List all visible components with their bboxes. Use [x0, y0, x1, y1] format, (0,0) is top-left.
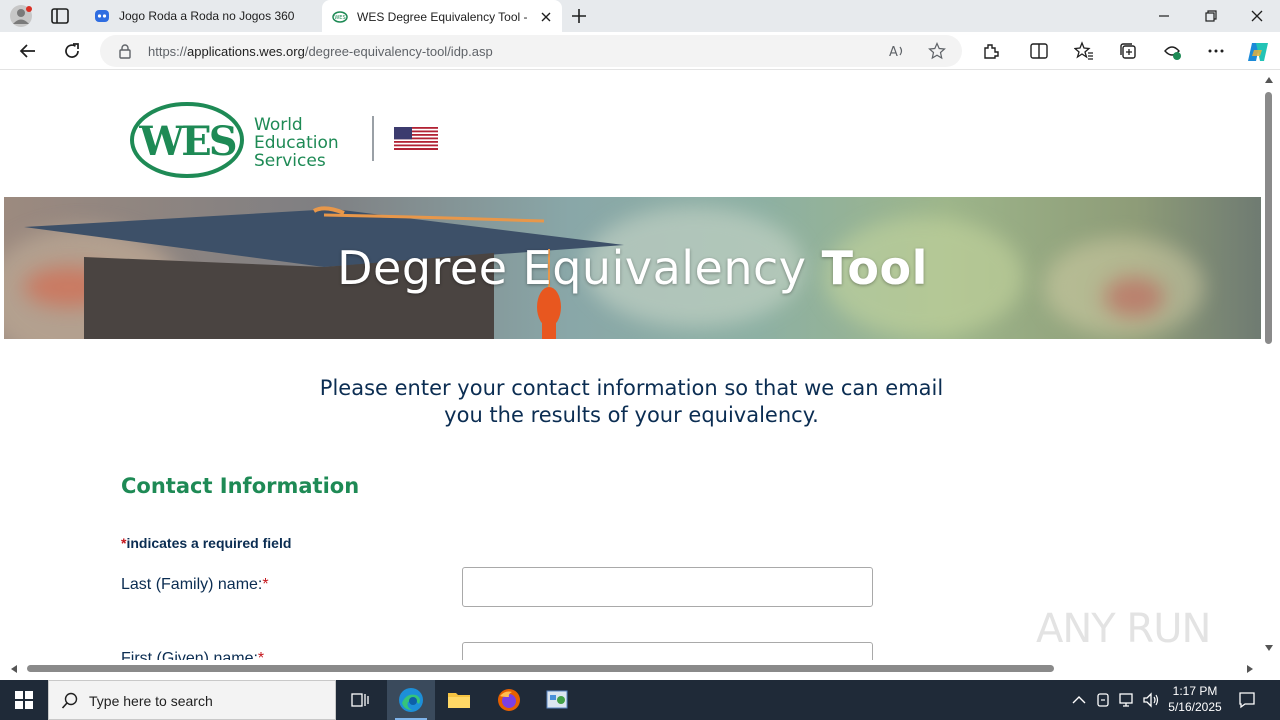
- taskbar-file-explorer[interactable]: [435, 680, 483, 720]
- horizontal-scroll-thumb[interactable]: [27, 665, 1054, 672]
- split-screen-icon[interactable]: [1029, 41, 1049, 61]
- tray-chevron-icon[interactable]: [1070, 691, 1088, 709]
- search-placeholder: Type here to search: [89, 693, 213, 709]
- vertical-scrollbar[interactable]: [1261, 70, 1280, 660]
- edge-icon: [399, 688, 423, 712]
- browser-tab-strip: Jogo Roda a Roda no Jogos 360 WES WES De…: [0, 0, 1280, 33]
- notification-icon[interactable]: [1238, 691, 1256, 709]
- taskbar-firefox[interactable]: [485, 680, 533, 720]
- browser-toolbar: https://applications.wes.org/degree-equi…: [0, 32, 1280, 70]
- first-name-field[interactable]: [462, 642, 873, 660]
- network-icon[interactable]: [1118, 691, 1136, 709]
- minimize-icon[interactable]: [1157, 9, 1171, 23]
- last-name-label: Last (Family) name:*: [121, 576, 269, 593]
- intro-text: Please enter your contact information so…: [319, 376, 944, 427]
- clock-date: 5/16/2025: [1168, 700, 1222, 714]
- taskbar-edge[interactable]: [387, 680, 435, 720]
- vertical-scroll-thumb[interactable]: [1265, 92, 1272, 344]
- back-arrow-icon[interactable]: [18, 41, 38, 61]
- profile-icon[interactable]: [10, 5, 32, 27]
- required-field-note: *indicates a required field: [121, 535, 292, 551]
- logo-text-line1: World: [254, 115, 303, 135]
- firefox-icon: [498, 689, 520, 711]
- start-button[interactable]: [0, 680, 48, 720]
- svg-text:A: A: [889, 45, 898, 60]
- tab-title: Jogo Roda a Roda no Jogos 360: [119, 9, 295, 23]
- us-flag-icon[interactable]: [394, 127, 438, 150]
- task-view-icon: [351, 693, 369, 707]
- tab-actions-icon[interactable]: [50, 7, 70, 25]
- section-title: Contact Information: [121, 474, 360, 498]
- address-bar[interactable]: https://applications.wes.org/degree-equi…: [100, 35, 962, 67]
- url-text[interactable]: https://applications.wes.org/degree-equi…: [148, 44, 493, 59]
- collections-icon[interactable]: [1118, 41, 1138, 61]
- restore-icon[interactable]: [1204, 9, 1218, 23]
- logo-text-line2: Education: [254, 133, 339, 153]
- tab-title: WES Degree Equivalency Tool - W: [357, 9, 530, 24]
- close-tab-icon[interactable]: [538, 9, 554, 25]
- extensions-icon[interactable]: [981, 41, 1001, 61]
- search-icon: [61, 692, 78, 709]
- read-aloud-icon[interactable]: A: [888, 42, 906, 60]
- svg-text:WES: WES: [334, 15, 345, 21]
- scroll-up-icon[interactable]: [1264, 76, 1274, 84]
- favorites-icon[interactable]: [1074, 41, 1094, 61]
- clock-time: 1:17 PM: [1172, 684, 1218, 698]
- page-viewport: WES World Education Services Degree Equi…: [4, 70, 1261, 660]
- folder-icon: [448, 693, 470, 708]
- favorite-star-icon[interactable]: [928, 42, 946, 60]
- scroll-right-icon[interactable]: [1246, 664, 1254, 674]
- more-menu-icon[interactable]: [1206, 41, 1226, 61]
- lock-icon[interactable]: [118, 43, 132, 59]
- browser-essentials-icon[interactable]: [1162, 41, 1182, 61]
- volume-icon[interactable]: [1142, 691, 1160, 709]
- tab-jogo-roda[interactable]: Jogo Roda a Roda no Jogos 360: [84, 0, 322, 32]
- windows-logo-icon: [15, 691, 33, 709]
- windows-taskbar: Type here to search 1:17 PM 5/16/2025: [0, 680, 1280, 720]
- new-tab-icon[interactable]: [570, 7, 588, 25]
- taskbar-control-panel[interactable]: [533, 680, 581, 720]
- copilot-icon[interactable]: [1246, 40, 1270, 64]
- tray-device-icon[interactable]: [1094, 691, 1112, 709]
- wes-favicon-icon: WES: [332, 10, 348, 23]
- first-name-label: First (Given) name:*: [121, 650, 265, 660]
- taskbar-search-box[interactable]: Type here to search: [48, 680, 336, 720]
- logo-divider: [372, 116, 374, 161]
- wes-logo[interactable]: WES World Education Services: [128, 98, 354, 178]
- game-favicon-icon: [95, 10, 109, 22]
- system-clock[interactable]: 1:17 PM 5/16/2025: [1160, 683, 1230, 715]
- scroll-left-icon[interactable]: [10, 664, 18, 674]
- hero-banner: Degree Equivalency Tool: [4, 197, 1261, 339]
- anyrun-watermark: ANY RUN: [1036, 606, 1211, 652]
- close-window-icon[interactable]: [1250, 9, 1264, 23]
- refresh-icon[interactable]: [62, 41, 82, 61]
- control-panel-icon: [546, 690, 568, 709]
- hero-title: Degree Equivalency Tool: [337, 241, 928, 295]
- logo-text-line3: Services: [254, 151, 326, 171]
- task-view-button[interactable]: [336, 680, 384, 720]
- last-name-field[interactable]: [462, 567, 873, 607]
- logo-mark-text: WES: [138, 118, 235, 165]
- scroll-down-icon[interactable]: [1264, 644, 1274, 652]
- tab-wes-tool[interactable]: WES WES Degree Equivalency Tool - W: [322, 0, 562, 33]
